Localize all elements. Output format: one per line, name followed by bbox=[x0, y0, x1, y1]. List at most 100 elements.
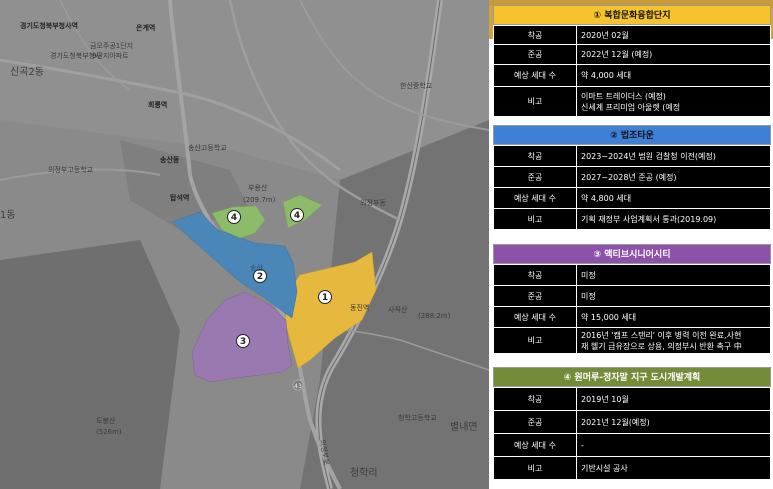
row-key: 비고 bbox=[493, 456, 577, 480]
row-key: 예상 세대 수 bbox=[493, 187, 577, 209]
row-value: - bbox=[576, 433, 771, 457]
table-row: 비고 2016년 '캠프 스탠리' 이후 병력 이전 완료,사현 재 헬기 급유… bbox=[493, 327, 771, 354]
terrain-west bbox=[0, 240, 180, 489]
info-panel: ① 복합문화융합단지 착공 2020년 02월 준공 2022년 12월 (예정… bbox=[489, 0, 773, 489]
row-value: 2021년 12월(예정) bbox=[576, 410, 771, 434]
map-label: 은계역 bbox=[136, 23, 155, 32]
map-label: 부용산 bbox=[248, 183, 268, 192]
zone-4a-marker[interactable]: 4 bbox=[227, 210, 241, 224]
map-label: 송산동 bbox=[160, 155, 180, 164]
row-value: 미정 bbox=[576, 285, 771, 307]
svg-text:4: 4 bbox=[231, 213, 237, 223]
map-label: 한산중학교 bbox=[400, 81, 433, 90]
row-value: 2023~2024년 법원 검찰청 이전(예정) bbox=[576, 145, 771, 167]
map-label: 동진역 bbox=[350, 303, 369, 312]
row-value: 2027~2028년 준공 (예정) bbox=[576, 166, 771, 188]
table-row: 착공 미정 bbox=[493, 264, 771, 286]
card-title: ③ 액티브시니어시티 bbox=[493, 244, 771, 264]
card-title: ④ 원머루-정자말 지구 도시개발계획 bbox=[493, 367, 771, 387]
svg-text:1: 1 bbox=[322, 293, 328, 303]
row-value-line: 신세계 프리미엄 아울렛 (예정 bbox=[581, 102, 681, 112]
svg-text:2: 2 bbox=[257, 272, 263, 282]
zone-4b-marker[interactable]: 4 bbox=[290, 208, 304, 222]
info-table: 착공 2019년 10월 준공 2021년 12월(예정) 예상 세대 수 - … bbox=[493, 387, 771, 480]
row-value: 이마트 트레이더스 (예정) 신세계 프리미엄 아울렛 (예정 bbox=[576, 86, 771, 117]
table-row: 준공 2021년 12월(예정) bbox=[493, 410, 771, 434]
map-label: 별내면 bbox=[450, 421, 478, 433]
row-value: 미정 bbox=[576, 264, 771, 286]
row-key: 예상 세대 수 bbox=[493, 64, 577, 87]
map-label: 송산고등학교 bbox=[188, 143, 227, 152]
map-label: (526m) bbox=[96, 428, 122, 436]
map-label: 1동 bbox=[0, 209, 16, 221]
card-title: ② 법조타운 bbox=[493, 125, 771, 145]
row-value: 약 4,800 세대 bbox=[576, 187, 771, 209]
route-43-label: 43 bbox=[294, 383, 302, 390]
row-value: 기반시설 공사 bbox=[576, 456, 771, 480]
map-label: 9단지아파트 bbox=[92, 51, 129, 60]
table-row: 준공 2027~2028년 준공 (예정) bbox=[493, 166, 771, 188]
map-label: 청학고등학교 bbox=[398, 413, 437, 422]
row-value: 2022년 12월 (예정) bbox=[576, 44, 771, 65]
row-value-line: 이마트 트레이더스 (예정) bbox=[581, 91, 666, 101]
card-title: ① 복합문화융합단지 bbox=[493, 5, 771, 25]
info-table: 착공 2023~2024년 법원 검찰청 이전(예정) 준공 2027~2028… bbox=[493, 145, 771, 230]
row-key: 비고 bbox=[493, 208, 577, 230]
card-zone-2: ② 법조타운 착공 2023~2024년 법원 검찰청 이전(예정) 준공 20… bbox=[493, 125, 771, 230]
map-label: 청학리 bbox=[350, 467, 378, 479]
zone-3-marker[interactable]: 3 bbox=[236, 334, 250, 348]
map-label: 탑석역 bbox=[170, 193, 189, 202]
table-row: 착공 2019년 10월 bbox=[493, 387, 771, 411]
card-zone-1: ① 복합문화융합단지 착공 2020년 02월 준공 2022년 12월 (예정… bbox=[493, 5, 771, 117]
table-row: 착공 2020년 02월 bbox=[493, 25, 771, 45]
map-label: 사직산 bbox=[388, 305, 408, 314]
table-row: 비고 기반시설 공사 bbox=[493, 456, 771, 480]
row-key: 예상 세대 수 bbox=[493, 433, 577, 457]
map-label: 금오주공1단지 bbox=[90, 41, 133, 50]
svg-text:3: 3 bbox=[240, 337, 246, 347]
row-value: 기획 재정부 사업계획서 통과(2019.09) bbox=[576, 208, 771, 230]
row-value: 2020년 02월 bbox=[576, 25, 771, 45]
table-row: 준공 미정 bbox=[493, 285, 771, 307]
map-label: 도봉산 bbox=[96, 416, 116, 425]
map-area[interactable]: 43 1 2 3 4 4 경기도청북부청사역 경기도청북부청사 신곡2동 금오주… bbox=[0, 0, 489, 489]
zone-1-marker[interactable]: 1 bbox=[318, 290, 332, 304]
map-label: 의정부동 bbox=[360, 198, 386, 207]
map-label: 신곡2동 bbox=[10, 66, 44, 78]
row-key: 예상 세대 수 bbox=[493, 306, 577, 328]
row-key: 비고 bbox=[493, 86, 577, 117]
row-key: 비고 bbox=[493, 327, 577, 354]
map-label: 의정부고등학교 bbox=[48, 165, 94, 174]
row-key: 착공 bbox=[493, 387, 577, 411]
table-row: 예상 세대 수 - bbox=[493, 433, 771, 457]
card-zone-3: ③ 액티브시니어시티 착공 미정 준공 미정 예상 세대 수 약 15,000 … bbox=[493, 244, 771, 354]
row-value: 2016년 '캠프 스탠리' 이후 병력 이전 완료,사현 재 헬기 급유장으로… bbox=[576, 327, 771, 354]
map-label: (288.2m) bbox=[418, 312, 451, 320]
row-value-line: 재 헬기 급유장으로 상용, 의정부시 반환 촉구 中 bbox=[581, 341, 742, 351]
table-row: 비고 이마트 트레이더스 (예정) 신세계 프리미엄 아울렛 (예정 bbox=[493, 86, 771, 117]
row-key: 착공 bbox=[493, 145, 577, 167]
row-key: 준공 bbox=[493, 285, 577, 307]
info-table: 착공 2020년 02월 준공 2022년 12월 (예정) 예상 세대 수 약… bbox=[493, 25, 771, 117]
row-key: 준공 bbox=[493, 166, 577, 188]
table-row: 예상 세대 수 약 15,000 세대 bbox=[493, 306, 771, 328]
row-value-line: 2016년 '캠프 스탠리' 이후 병력 이전 완료,사현 bbox=[581, 330, 742, 340]
table-row: 비고 기획 재정부 사업계획서 통과(2019.09) bbox=[493, 208, 771, 230]
card-zone-4: ④ 원머루-정자말 지구 도시개발계획 착공 2019년 10월 준공 2021… bbox=[493, 367, 771, 480]
map-label: 회룡역 bbox=[148, 100, 167, 109]
row-key: 준공 bbox=[493, 410, 577, 434]
svg-text:4: 4 bbox=[294, 211, 300, 221]
map-label: 송산 bbox=[250, 263, 263, 272]
table-row: 예상 세대 수 약 4,000 세대 bbox=[493, 64, 771, 87]
map-label: 경기도청북부청사역 bbox=[20, 21, 78, 30]
row-key: 준공 bbox=[493, 44, 577, 65]
info-table: 착공 미정 준공 미정 예상 세대 수 약 15,000 세대 비고 2016년… bbox=[493, 264, 771, 354]
row-value: 2019년 10월 bbox=[576, 387, 771, 411]
map-label: (209.7m) bbox=[243, 196, 276, 204]
table-row: 준공 2022년 12월 (예정) bbox=[493, 44, 771, 65]
map-svg: 43 1 2 3 4 4 경기도청북부청사역 경기도청북부청사 신곡2동 금오주… bbox=[0, 0, 489, 489]
row-key: 착공 bbox=[493, 264, 577, 286]
table-row: 예상 세대 수 약 4,800 세대 bbox=[493, 187, 771, 209]
row-key: 착공 bbox=[493, 25, 577, 45]
row-value: 약 4,000 세대 bbox=[576, 64, 771, 87]
